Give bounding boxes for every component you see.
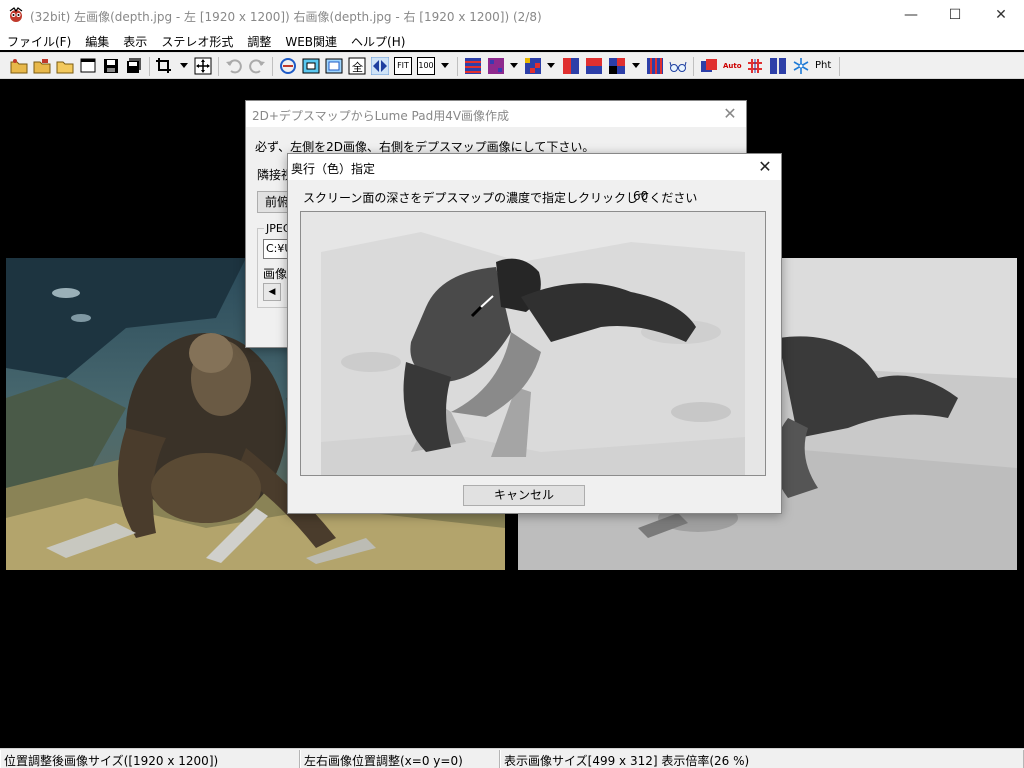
lumepad-dialog-titlebar: 2D+デプスマップからLume Pad用4V画像作成 ✕ bbox=[246, 101, 746, 127]
open-folder-alt-icon[interactable] bbox=[33, 57, 51, 75]
side-by-side-icon[interactable] bbox=[769, 57, 787, 75]
quad-icon[interactable] bbox=[608, 57, 626, 75]
stripes-red-icon[interactable] bbox=[464, 57, 482, 75]
title-bar: (32bit) 左画像(depth.jpg - 左 [1920 x 1200])… bbox=[0, 0, 1024, 30]
toolbar-separator bbox=[272, 57, 273, 76]
image-label: 画像 bbox=[263, 267, 288, 281]
menu-file[interactable]: ファイル(F) bbox=[0, 30, 78, 50]
depth-map-preview-image bbox=[301, 212, 765, 475]
cancel-button[interactable]: キャンセル bbox=[463, 485, 585, 506]
status-adjusted-size: 位置調整後画像サイズ([1920 x 1200]) bbox=[0, 750, 300, 768]
menu-stereo-format[interactable]: ステレオ形式 bbox=[154, 30, 240, 50]
menu-edit[interactable]: 編集 bbox=[78, 30, 116, 50]
split-top-bottom-icon[interactable] bbox=[585, 57, 603, 75]
zoom-dropdown-icon[interactable] bbox=[441, 63, 449, 68]
menu-help[interactable]: ヘルプ(H) bbox=[344, 30, 412, 50]
column-stripes-icon[interactable] bbox=[646, 57, 664, 75]
toolbar: 全 FIT 100 Auto Pht bbox=[0, 52, 1024, 79]
auto-button[interactable]: Auto bbox=[723, 57, 742, 75]
move-icon[interactable] bbox=[194, 57, 212, 75]
grid-red-icon[interactable] bbox=[746, 57, 764, 75]
toolbar-separator bbox=[149, 57, 150, 76]
menu-adjust[interactable]: 調整 bbox=[240, 30, 278, 50]
snowflake-icon[interactable] bbox=[792, 57, 810, 75]
save-all-icon[interactable] bbox=[125, 57, 143, 75]
lumepad-dialog-close-button[interactable]: ✕ bbox=[720, 104, 740, 124]
checker-dropdown-icon[interactable] bbox=[547, 63, 555, 68]
split-red-blue-icon[interactable] bbox=[562, 57, 580, 75]
svg-text:全: 全 bbox=[352, 60, 363, 74]
checker-multi-icon[interactable] bbox=[524, 57, 542, 75]
depth-dialog-titlebar: 奥行（色）指定 ✕ bbox=[288, 154, 781, 180]
crop-dropdown-icon[interactable] bbox=[180, 63, 188, 68]
swap-icon[interactable] bbox=[279, 57, 297, 75]
zoom-100-button[interactable]: 100 bbox=[417, 57, 435, 75]
menu-view[interactable]: 表示 bbox=[116, 30, 154, 50]
minimize-button[interactable]: — bbox=[888, 0, 934, 30]
split-arrows-icon[interactable] bbox=[371, 57, 389, 75]
menu-bar: ファイル(F) 編集 表示 ステレオ形式 調整 WEB関連 ヘルプ(H) bbox=[0, 30, 1024, 50]
depth-dialog-close-button[interactable]: ✕ bbox=[755, 157, 775, 177]
quad-dropdown-icon[interactable] bbox=[632, 63, 640, 68]
toolbar-separator bbox=[218, 57, 219, 76]
redo-icon[interactable] bbox=[248, 57, 266, 75]
save-icon[interactable] bbox=[102, 57, 120, 75]
undo-icon[interactable] bbox=[225, 57, 243, 75]
color-adjust-icon[interactable] bbox=[700, 57, 718, 75]
status-position-adjust: 左右画像位置調整(x=0 y=0) bbox=[300, 750, 500, 768]
open-folder-icon[interactable] bbox=[10, 57, 28, 75]
checker-purple-icon[interactable] bbox=[487, 57, 505, 75]
depth-dialog-title: 奥行（色）指定 bbox=[291, 162, 376, 176]
scroll-left-button[interactable]: ◀ bbox=[263, 283, 281, 301]
depth-map-picker[interactable] bbox=[300, 211, 766, 476]
toolbar-separator bbox=[457, 57, 458, 76]
toolbar-separator bbox=[839, 57, 840, 76]
window-title: (32bit) 左画像(depth.jpg - 左 [1920 x 1200])… bbox=[30, 10, 542, 24]
lumepad-dialog-title: 2D+デプスマップからLume Pad用4V画像作成 bbox=[252, 109, 510, 123]
pattern-dropdown-icon[interactable] bbox=[510, 63, 518, 68]
scroll-left-icon: ◀ bbox=[268, 287, 276, 297]
toolbar-separator bbox=[693, 57, 694, 76]
menu-web[interactable]: WEB関連 bbox=[278, 30, 344, 50]
depth-value: 60 bbox=[633, 189, 649, 203]
pht-button[interactable]: Pht bbox=[815, 57, 833, 75]
fit-button[interactable]: FIT bbox=[394, 57, 412, 75]
open-folder-plain-icon[interactable] bbox=[56, 57, 74, 75]
glasses-icon[interactable] bbox=[669, 57, 687, 75]
app-icon bbox=[9, 7, 23, 22]
status-bar: 位置調整後画像サイズ([1920 x 1200]) 左右画像位置調整(x=0 y… bbox=[0, 748, 1024, 768]
maximize-button[interactable]: ☐ bbox=[932, 0, 978, 30]
window-icon[interactable] bbox=[79, 57, 97, 75]
frame-blue-icon[interactable] bbox=[325, 57, 343, 75]
close-button[interactable]: ✕ bbox=[978, 0, 1024, 30]
fullscreen-icon[interactable]: 全 bbox=[348, 57, 366, 75]
crop-icon[interactable] bbox=[155, 57, 173, 75]
depth-color-dialog: 奥行（色）指定 ✕ スクリーン面の深さをデプスマップの濃度で指定しクリックしてく… bbox=[287, 153, 782, 514]
frame-cyan-icon[interactable] bbox=[302, 57, 320, 75]
status-display-size: 表示画像サイズ[499 x 312] 表示倍率(26 %) bbox=[500, 750, 1024, 768]
